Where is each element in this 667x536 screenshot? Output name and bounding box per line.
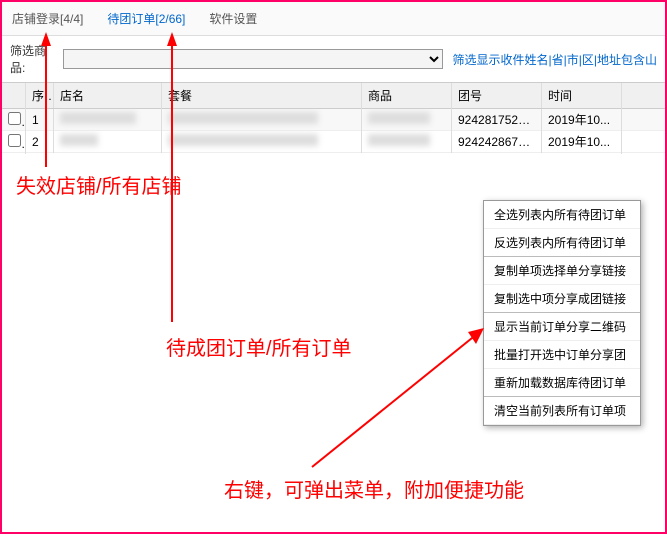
tab-bar: 店铺登录[4/4] 待团订单[2/66] 软件设置	[2, 2, 665, 36]
tab-software-settings[interactable]: 软件设置	[207, 6, 259, 31]
annotation-1: 失效店铺/所有店铺	[16, 170, 182, 199]
col-time[interactable]: 时间	[542, 83, 622, 108]
menu-copy-single-link[interactable]: 复制单项选择单分享链接	[484, 257, 640, 285]
filter-label: 筛选商品:	[10, 42, 59, 76]
cell-group: 92424286724...	[452, 131, 542, 153]
row-checkbox[interactable]	[8, 134, 21, 147]
table-row[interactable]: 1 92428175237... 2019年10...	[2, 109, 665, 131]
order-table: 序号 店名 套餐 商品 团号 时间 1 92428175237... 2019年…	[2, 82, 665, 153]
col-seq[interactable]: 序号	[26, 83, 54, 108]
col-shop[interactable]: 店名	[54, 83, 162, 108]
menu-copy-selected-link[interactable]: 复制选中项分享成团链接	[484, 285, 640, 313]
annotation-3: 右键，可弹出菜单，附加便捷功能	[224, 474, 524, 503]
menu-batch-open[interactable]: 批量打开选中订单分享团	[484, 341, 640, 369]
filter-display-link[interactable]: 筛选显示收件姓名|省|市|区|地址包含山	[453, 51, 657, 68]
col-prod[interactable]: 商品	[362, 83, 452, 108]
tab-shop-login[interactable]: 店铺登录[4/4]	[10, 6, 85, 31]
row-checkbox[interactable]	[8, 112, 21, 125]
cell-time: 2019年10...	[542, 129, 622, 154]
cell-group: 92428175237...	[452, 109, 542, 131]
table-header: 序号 店名 套餐 商品 团号 时间	[2, 83, 665, 109]
context-menu: 全选列表内所有待团订单 反选列表内所有待团订单 复制单项选择单分享链接 复制选中…	[483, 200, 641, 426]
filter-row: 筛选商品: 筛选显示收件姓名|省|市|区|地址包含山	[2, 36, 665, 82]
menu-show-qrcode[interactable]: 显示当前订单分享二维码	[484, 313, 640, 341]
menu-select-all[interactable]: 全选列表内所有待团订单	[484, 201, 640, 229]
table-row[interactable]: 2 92424286724... 2019年10...	[2, 131, 665, 153]
col-pkg[interactable]: 套餐	[162, 83, 362, 108]
menu-clear[interactable]: 清空当前列表所有订单项	[484, 397, 640, 425]
menu-reload[interactable]: 重新加载数据库待团订单	[484, 369, 640, 397]
annotation-2: 待成团订单/所有订单	[166, 332, 352, 361]
menu-invert-select[interactable]: 反选列表内所有待团订单	[484, 229, 640, 257]
product-filter-select[interactable]	[63, 49, 443, 69]
tab-pending-orders[interactable]: 待团订单[2/66]	[105, 6, 187, 31]
col-group[interactable]: 团号	[452, 83, 542, 108]
